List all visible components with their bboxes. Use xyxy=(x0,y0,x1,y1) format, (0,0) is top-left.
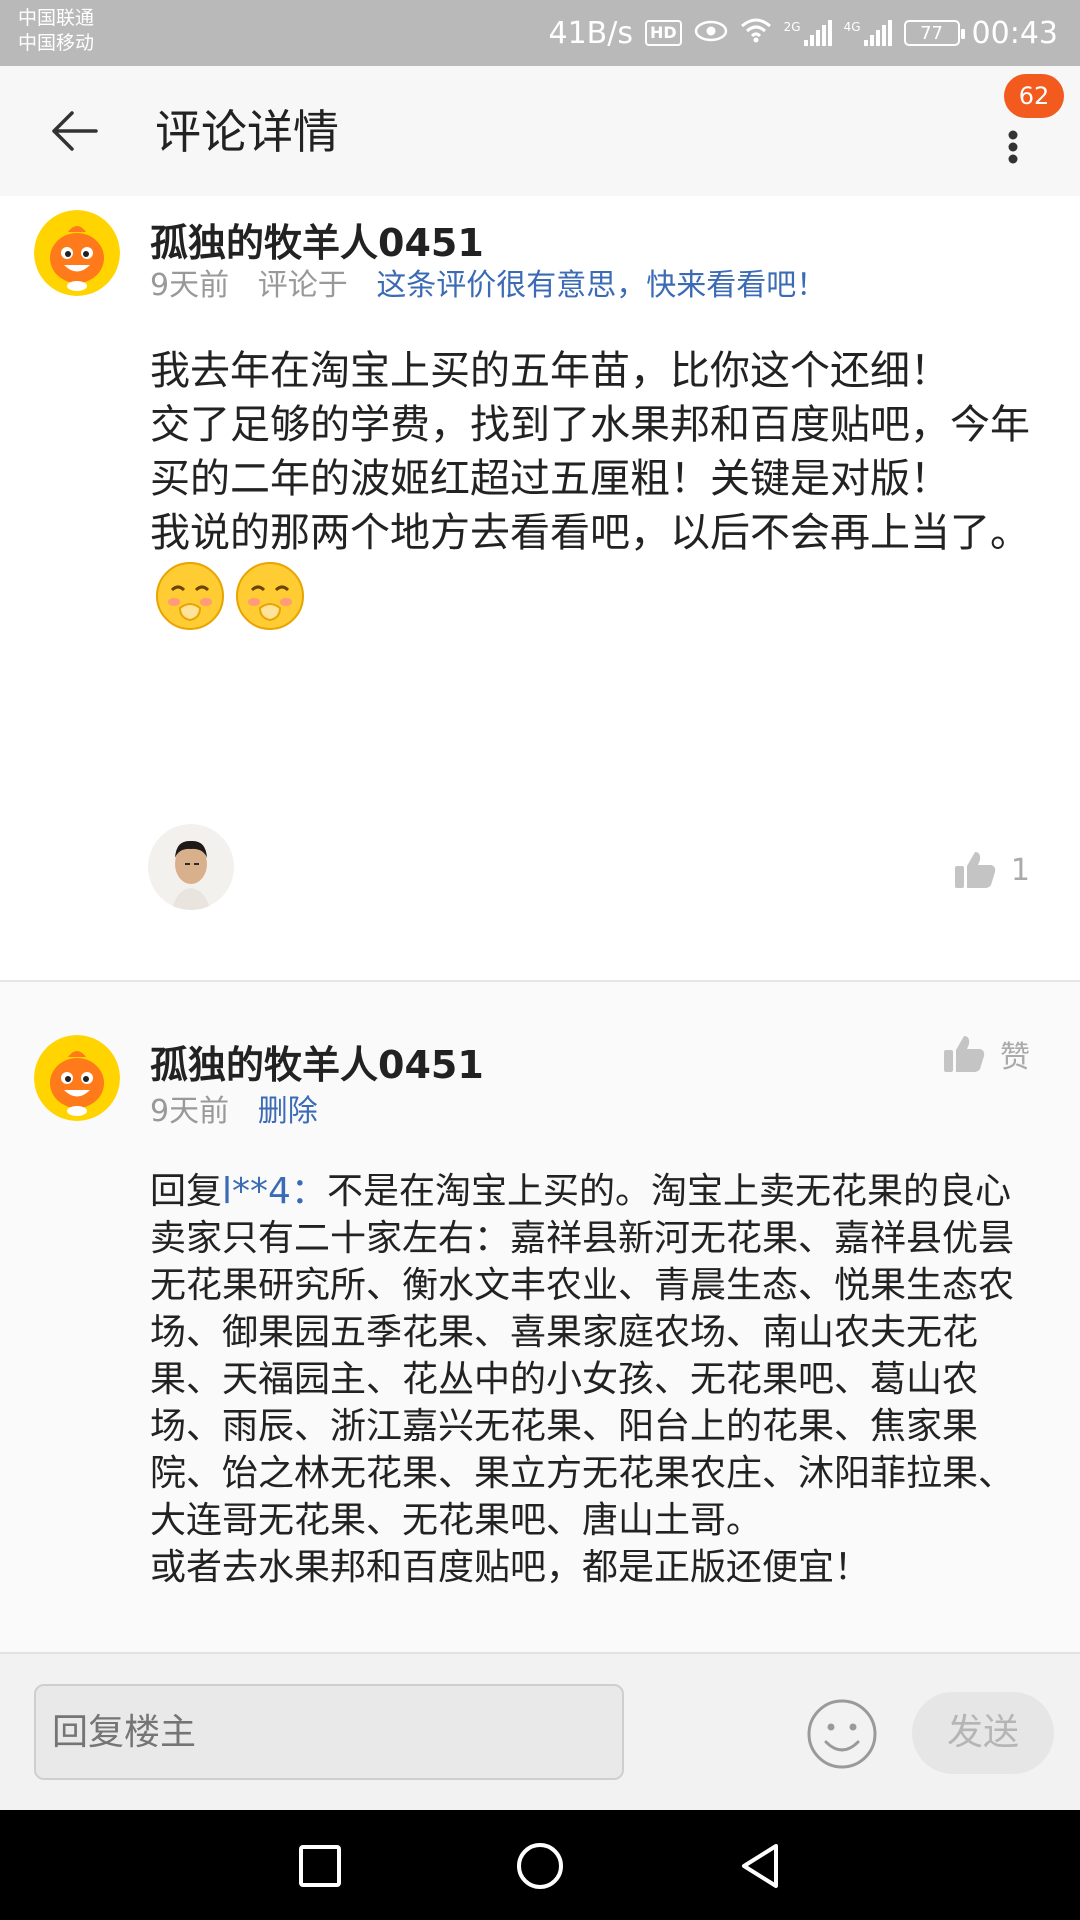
liker-avatar[interactable] xyxy=(148,824,234,910)
navigation-bar xyxy=(0,1810,1080,1920)
recent-apps-button[interactable] xyxy=(294,1840,346,1892)
mascot-icon xyxy=(34,1035,120,1121)
carrier-1: 中国联通 xyxy=(18,7,95,29)
reply-prefix: 回复 xyxy=(150,1171,223,1212)
reply-comment-card: 孤独的牧羊人0451 9天前 删除 赞 回复l**4：不是在淘宝上买的。淘宝上卖… xyxy=(0,982,1080,1652)
laughing-emoji-icon xyxy=(154,560,226,632)
page-title: 评论详情 xyxy=(155,105,339,159)
comment-time: 9天前 xyxy=(150,268,230,303)
reply-time: 9天前 xyxy=(150,1094,230,1129)
thumbs-up-icon xyxy=(954,852,996,888)
delete-link[interactable]: 删除 xyxy=(258,1094,318,1129)
mascot-avatar[interactable] xyxy=(34,210,120,296)
reply-bar: 发送 xyxy=(0,1652,1080,1812)
smiley-icon xyxy=(807,1699,877,1769)
wifi-icon xyxy=(740,16,772,51)
net-speed: 41B/s xyxy=(548,15,633,51)
mascot-avatar[interactable] xyxy=(34,1035,120,1121)
reply-body: 回复l**4：不是在淘宝上买的。淘宝上卖无花果的良心卖家只有二十家左右：嘉祥县新… xyxy=(150,1168,1030,1591)
triangle-back-icon xyxy=(742,1844,778,1888)
title-bar: 评论详情 62 xyxy=(0,66,1080,196)
reply-text: 不是在淘宝上买的。淘宝上卖无花果的良心卖家只有二十家左右：嘉祥县新河无花果、嘉祥… xyxy=(150,1171,1015,1588)
like-label: 赞 xyxy=(1000,1040,1030,1075)
like-area[interactable]: 1 xyxy=(953,850,1030,890)
comment-body: 我去年在淘宝上买的五年苗，比你这个还细！ 交了足够的学费，找到了水果邦和百度贴吧… xyxy=(150,344,1030,632)
more-vertical-icon xyxy=(1008,130,1018,164)
comment-meta: 9天前 评论于 这条评价很有意思，快来看看吧！ xyxy=(150,260,826,304)
status-bar: 中国联通 中国移动 41B/s HD 2G 4G 77 00:43 xyxy=(0,0,1080,66)
comment-username[interactable]: 孤独的牧羊人0451 xyxy=(150,212,484,267)
signal-4g-icon: 4G xyxy=(844,20,892,46)
reply-to-user[interactable]: l**4： xyxy=(222,1171,327,1212)
hd-icon: HD xyxy=(644,20,682,46)
main-comment-card: 孤独的牧羊人0451 9天前 评论于 这条评价很有意思，快来看看吧！ 我去年在淘… xyxy=(0,196,1080,982)
laughing-emoji-icon xyxy=(234,560,306,632)
like-count: 1 xyxy=(1010,852,1030,888)
comment-text: 我去年在淘宝上买的五年苗，比你这个还细！ 交了足够的学费，找到了水果邦和百度贴吧… xyxy=(150,348,1030,556)
more-options-button[interactable] xyxy=(985,116,1035,176)
emoji-button[interactable] xyxy=(806,1698,878,1770)
battery-icon: 77 xyxy=(903,20,965,46)
user-photo-icon xyxy=(148,824,234,910)
carrier-2: 中国移动 xyxy=(18,32,95,54)
signal-2g-icon: 2G xyxy=(784,20,832,46)
circle-icon xyxy=(517,1843,563,1889)
send-button[interactable]: 发送 xyxy=(912,1692,1054,1774)
nav-back-button[interactable] xyxy=(734,1840,786,1892)
clock: 00:43 xyxy=(971,15,1058,51)
reply-like-button[interactable]: 赞 xyxy=(942,1032,1030,1076)
eye-icon xyxy=(694,16,728,51)
mascot-icon xyxy=(34,210,120,296)
back-button[interactable] xyxy=(44,101,104,161)
target-post-link[interactable]: 这条评价很有意思，快来看看吧！ xyxy=(376,268,826,303)
home-button[interactable] xyxy=(514,1840,566,1892)
notification-badge: 62 xyxy=(1004,74,1064,118)
back-arrow-icon xyxy=(52,111,98,151)
commented-on-label: 评论于 xyxy=(257,268,348,303)
reply-meta: 9天前 删除 xyxy=(150,1086,318,1130)
square-icon xyxy=(299,1845,341,1887)
status-indicators: 41B/s HD 2G 4G 77 00:43 xyxy=(548,0,1058,66)
carrier-info: 中国联通 中国移动 xyxy=(18,6,94,56)
reply-username[interactable]: 孤独的牧羊人0451 xyxy=(150,1034,484,1089)
reply-input[interactable] xyxy=(34,1684,624,1780)
thumbs-up-icon xyxy=(944,1036,985,1072)
